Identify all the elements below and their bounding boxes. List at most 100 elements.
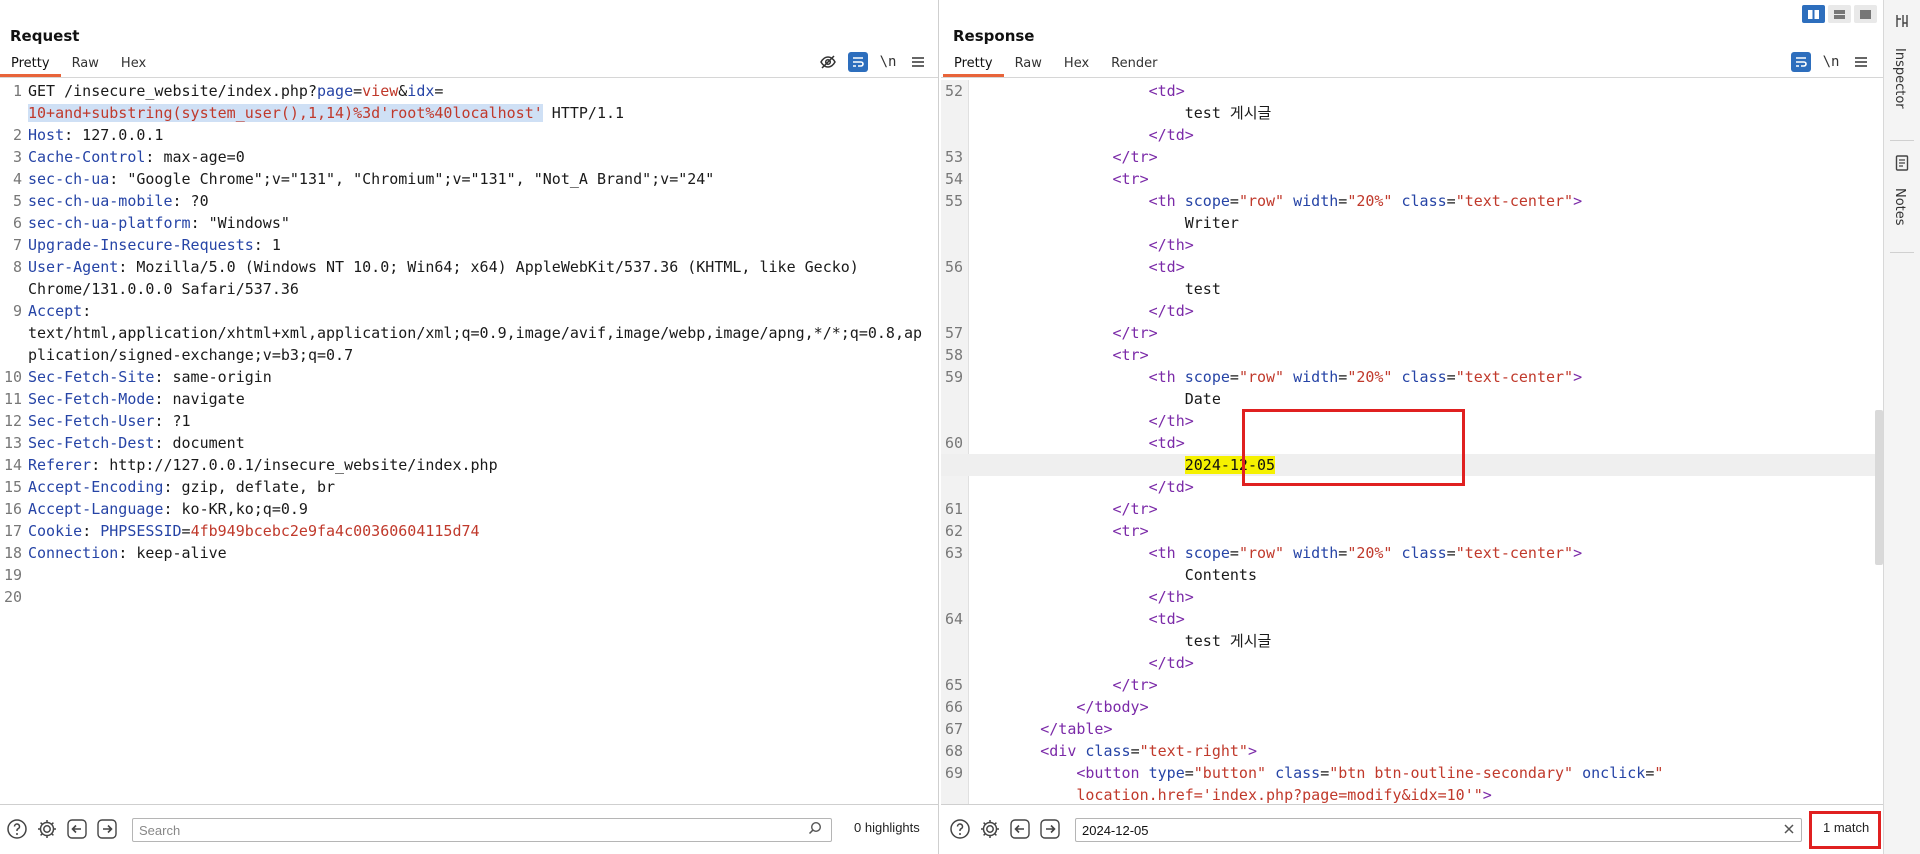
previous-arrow-icon[interactable]: [65, 817, 89, 841]
response-scrollbar[interactable]: [1875, 80, 1883, 804]
settings-gear-icon[interactable]: [35, 817, 59, 841]
clear-search-icon[interactable]: [1783, 821, 1795, 839]
code-token: ": [1654, 764, 1664, 782]
line-number: 3: [12, 148, 22, 166]
code-token: "text-center": [1455, 368, 1574, 386]
split-vertical-icon[interactable]: [1828, 5, 1851, 23]
response-tab-pretty[interactable]: Pretty: [943, 55, 1004, 77]
line-number: 12: [3, 412, 22, 430]
code-token: "text-center": [1455, 192, 1574, 210]
line-text: </tr>: [966, 674, 1158, 696]
line-text: <th scope="row" width="20%" class="text-…: [966, 542, 1583, 564]
code-line: 18 Connection: keep-alive: [0, 542, 938, 564]
code-token: test 게시글: [968, 104, 1272, 122]
response-tab-render[interactable]: Render: [1100, 55, 1168, 77]
code-token: =: [434, 82, 444, 100]
hide-non-printable-icon[interactable]: [818, 52, 838, 72]
code-token: =: [1229, 544, 1239, 562]
tabs-layout-icon[interactable]: [1854, 5, 1877, 23]
settings-gear-icon[interactable]: [978, 817, 1002, 841]
next-arrow-icon[interactable]: [95, 817, 119, 841]
code-token: :: [82, 302, 92, 320]
inspector-icon[interactable]: [1893, 12, 1911, 30]
code-token: <td>: [1148, 258, 1185, 276]
code-token: <th: [1148, 544, 1185, 562]
search-magnifier-icon[interactable]: [808, 821, 822, 839]
scrollbar-thumb[interactable]: [1875, 410, 1883, 565]
code-token: =: [1446, 368, 1456, 386]
line-text: Cookie: PHPSESSID=4fb949bcebc2e9fa4c0036…: [26, 520, 480, 542]
line-text: Sec-Fetch-Site: same-origin: [26, 366, 272, 388]
response-tab-hex[interactable]: Hex: [1053, 55, 1100, 77]
inspector-tab[interactable]: Inspector: [1892, 48, 1907, 109]
code-token: : Mozilla/5.0 (Windows NT 10.0; Win64; x…: [118, 258, 859, 276]
response-search-input[interactable]: [1075, 818, 1802, 842]
request-tab-pretty[interactable]: Pretty: [0, 55, 61, 77]
line-number: 62: [944, 522, 963, 540]
line-number: [941, 102, 966, 124]
line-text: Host: 127.0.0.1: [26, 124, 163, 146]
split-horizontal-icon[interactable]: [1802, 5, 1825, 23]
request-tab-hex[interactable]: Hex: [110, 55, 157, 77]
line-text: <td>: [966, 256, 1185, 278]
code-token: Cookie: [28, 522, 83, 540]
line-text: 10+and+substring(system_user(),1,14)%3d'…: [26, 102, 624, 124]
previous-arrow-icon[interactable]: [1008, 817, 1032, 841]
request-editor[interactable]: 1 GET /insecure_website/index.php?page=vi…: [0, 80, 938, 804]
wrap-lines-icon[interactable]: [848, 52, 868, 72]
code-token: Upgrade-Insecure-Requests: [28, 236, 254, 254]
line-number: [941, 476, 966, 498]
code-token: <tr>: [1112, 170, 1149, 188]
request-search-input[interactable]: [132, 818, 832, 842]
line-text: </tr>: [966, 498, 1158, 520]
request-title: Request: [10, 27, 80, 45]
code-token: </th>: [1148, 412, 1194, 430]
code-token: Writer: [968, 214, 1239, 232]
help-icon[interactable]: [948, 817, 972, 841]
request-footer: 0 highlights: [0, 804, 938, 854]
code-token: </td>: [1148, 654, 1194, 672]
line-number: [0, 322, 26, 344]
response-tab-raw[interactable]: Raw: [1004, 55, 1053, 77]
code-line: text/html,application/xhtml+xml,applicat…: [0, 322, 938, 344]
code-token: test 게시글: [968, 632, 1272, 650]
code-token: : document: [154, 434, 245, 452]
code-token: Sec-Fetch-Mode: [28, 390, 155, 408]
request-tabs: Pretty Raw Hex: [0, 55, 157, 77]
code-token: >: [1573, 368, 1583, 386]
newline-toggle-icon[interactable]: \n: [1821, 52, 1841, 72]
newline-toggle-icon[interactable]: \n: [878, 52, 898, 72]
code-line: 10 Sec-Fetch-Site: same-origin: [0, 366, 938, 388]
line-number: 65: [944, 676, 963, 694]
line-number: 19: [3, 566, 22, 584]
help-icon[interactable]: [5, 817, 29, 841]
menu-icon[interactable]: [1851, 52, 1871, 72]
code-line: location.href='index.php?page=modify&idx…: [941, 784, 1883, 804]
notes-icon[interactable]: [1893, 154, 1911, 172]
next-arrow-icon[interactable]: [1038, 817, 1062, 841]
code-token: : ko-KR,ko;q=0.9: [163, 500, 308, 518]
code-line: 10+and+substring(system_user(),1,14)%3d'…: [0, 102, 938, 124]
code-token: GET /insecure_website/index.php?: [28, 82, 317, 100]
notes-tab[interactable]: Notes: [1892, 188, 1907, 226]
code-line: 57 </tr>: [941, 322, 1883, 344]
request-tab-raw[interactable]: Raw: [61, 55, 110, 77]
sidebar-divider: [1890, 252, 1914, 253]
menu-icon[interactable]: [908, 52, 928, 72]
code-token: =: [1338, 192, 1348, 210]
wrap-lines-icon[interactable]: [1791, 52, 1811, 72]
code-line: 11 Sec-Fetch-Mode: navigate: [0, 388, 938, 410]
code-line: test 게시글: [941, 102, 1883, 124]
code-token: location.href='index.php?page=modify&idx…: [1076, 786, 1483, 804]
